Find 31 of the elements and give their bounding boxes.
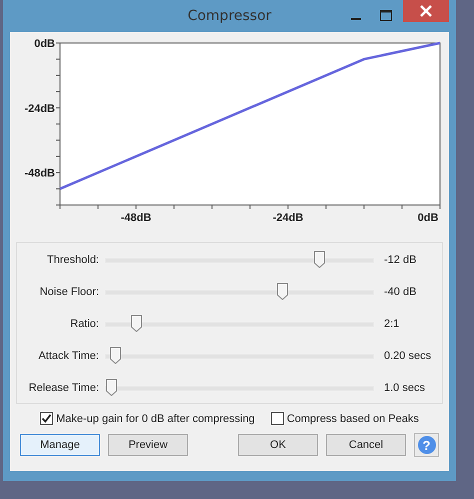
slider-value: 0.20 secs [384,350,432,362]
slider-thumb[interactable] [106,378,117,396]
dialog-button[interactable]: Manage [20,434,100,456]
x-tick-label: -24dB [272,212,304,222]
slider-value: 1.0 secs [384,382,426,394]
y-tick-label: -48dB [24,168,55,180]
slider-value: -40 dB [384,286,418,298]
slider-label: Attack Time: [37,350,100,362]
slider-label: Release Time: [28,382,100,394]
checkbox[interactable] [270,412,284,425]
dialog-button[interactable]: Cancel [326,434,406,456]
slider-label: Noise Floor: [38,286,100,298]
checkbox-label: Compress based on Peaks [286,412,419,424]
dialog-button[interactable]: OK [238,434,318,456]
slider-thumb[interactable] [110,346,121,364]
slider-thumb[interactable] [314,250,326,268]
checkbox[interactable] [40,412,54,425]
slider-label: Threshold: [46,254,100,266]
close-button[interactable] [403,0,449,22]
slider-value: 2:1 [384,318,400,330]
dialog-button[interactable]: Preview [108,434,188,456]
slider-thumb[interactable] [276,282,288,300]
slider-thumb[interactable] [131,314,142,332]
slider-label: Ratio: [69,318,100,330]
slider-value: -12 dB [384,254,418,266]
window-title: Compressor [188,8,272,24]
y-tick-label: 0dB [34,38,55,50]
checkbox-label: Make-up gain for 0 dB after compressing [56,412,255,424]
x-tick-label: 0dB [418,212,438,222]
x-tick-label: -48dB [120,212,152,222]
y-tick-label: -24dB [24,102,55,115]
